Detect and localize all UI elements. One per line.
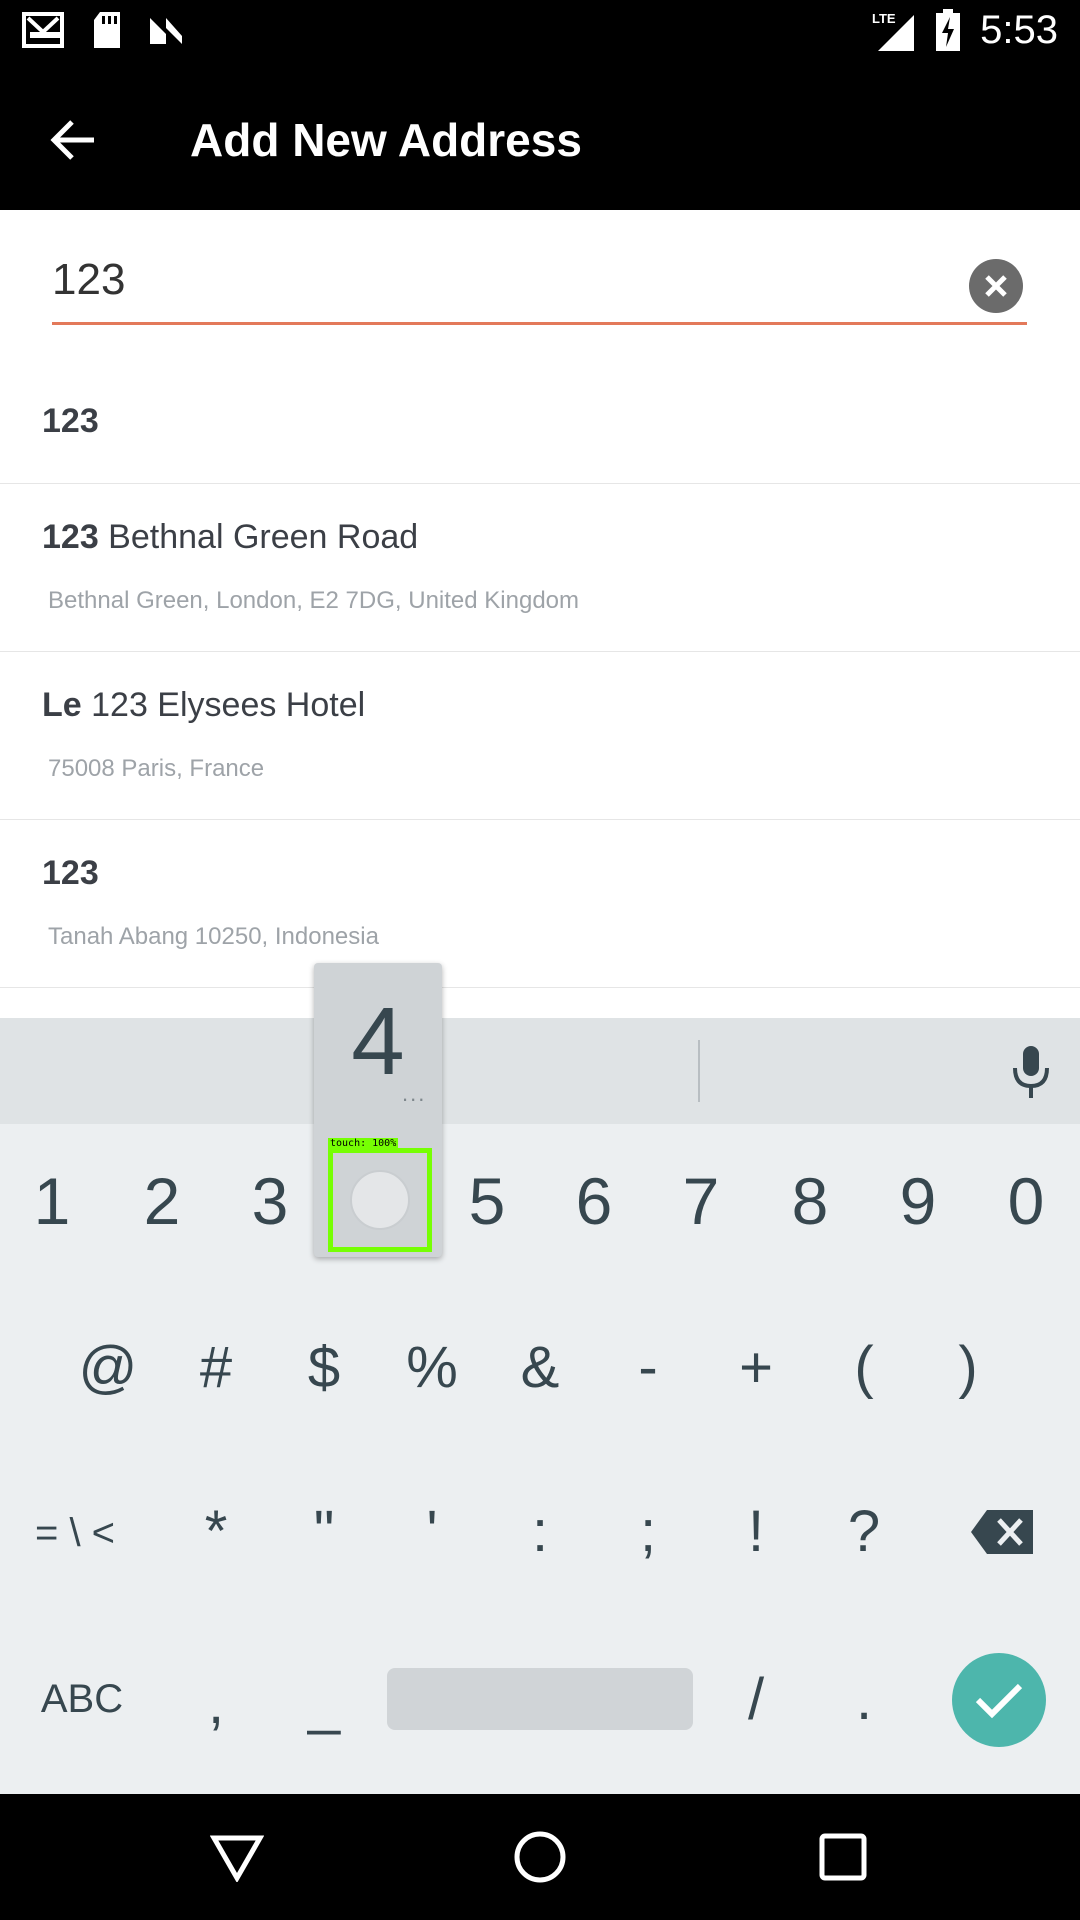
back-button[interactable] [38, 105, 108, 175]
battery-charging-icon [936, 8, 961, 51]
nav-home-button[interactable] [505, 1822, 575, 1892]
key-5[interactable]: 5 [447, 1156, 527, 1246]
list-item[interactable]: 123 Bethnal Green Road Bethnal Green, Lo… [0, 484, 1080, 652]
key-8[interactable]: 8 [770, 1156, 850, 1246]
key-more-symbols[interactable]: = \ < [20, 1488, 130, 1578]
key-colon[interactable]: : [500, 1486, 580, 1576]
back-triangle-icon [210, 1835, 264, 1882]
recents-square-icon [819, 1833, 867, 1881]
key-open-paren[interactable]: ( [824, 1322, 904, 1412]
key-at[interactable]: @ [68, 1322, 148, 1412]
app-bar: Add New Address [0, 63, 1080, 210]
home-circle-icon [514, 1831, 566, 1883]
search-underline [52, 322, 1027, 325]
key-0[interactable]: 0 [986, 1156, 1066, 1246]
key-comma[interactable]: , [176, 1658, 256, 1748]
key-abc[interactable]: ABC [30, 1654, 134, 1744]
result-subtitle: Bethnal Green, London, E2 7DG, United Ki… [48, 587, 579, 614]
clear-icon [985, 275, 1007, 297]
key-close-paren[interactable]: ) [928, 1322, 1008, 1412]
page-title: Add New Address [190, 114, 582, 166]
status-icons: LTE 5:53 [872, 8, 1058, 53]
key-underscore[interactable]: _ [284, 1658, 364, 1748]
status-bar: LTE 5:53 [0, 0, 1080, 63]
list-item[interactable]: 123 [0, 340, 1080, 484]
nav-recents-button[interactable] [808, 1822, 878, 1892]
check-icon [975, 1683, 1023, 1719]
key-dollar[interactable]: $ [284, 1322, 364, 1412]
suggestion-strip [0, 1018, 1080, 1124]
key-hash[interactable]: # [176, 1322, 256, 1412]
suggestion-divider [698, 1040, 700, 1102]
key-1[interactable]: 1 [12, 1156, 92, 1246]
key-question[interactable]: ? [824, 1486, 904, 1576]
navigation-bar [0, 1794, 1080, 1920]
voice-input-button[interactable] [1006, 1044, 1056, 1100]
key-6[interactable]: 6 [554, 1156, 634, 1246]
key-exclamation[interactable]: ! [716, 1486, 796, 1576]
result-subtitle: 75008 Paris, France [48, 755, 265, 782]
result-title: 123 Bethnal Green Road [42, 518, 419, 556]
result-title: 123 [42, 402, 99, 440]
key-percent[interactable]: % [392, 1322, 472, 1412]
key-single-quote[interactable]: ' [392, 1486, 472, 1576]
touch-point [350, 1170, 410, 1230]
key-slash[interactable]: / [716, 1654, 796, 1744]
results-list: 123 123 Bethnal Green Road Bethnal Green… [0, 340, 1080, 988]
key-preview-more: ... [402, 1081, 427, 1106]
signal-icon: LTE [872, 11, 915, 51]
result-subtitle: Tanah Abang 10250, Indonesia [48, 923, 379, 950]
key-9[interactable]: 9 [878, 1156, 958, 1246]
mic-icon [1013, 1046, 1049, 1098]
list-item[interactable]: 123 Tanah Abang 10250, Indonesia [0, 820, 1080, 988]
enter-button[interactable] [952, 1653, 1046, 1747]
key-asterisk[interactable]: * [176, 1486, 256, 1576]
notification-icons [22, 10, 188, 50]
key-period[interactable]: . [824, 1654, 904, 1744]
key-2[interactable]: 2 [122, 1156, 202, 1246]
list-item[interactable]: Le 123 Elysees Hotel 75008 Paris, France [0, 652, 1080, 820]
key-7[interactable]: 7 [661, 1156, 741, 1246]
network-label: LTE [872, 11, 896, 26]
search-area [0, 210, 1080, 340]
arrow-back-icon [50, 120, 94, 160]
key-double-quote[interactable]: " [284, 1486, 364, 1576]
keyboard: 1 2 3 5 6 7 8 9 0 @ # $ % & - + ( ) = \ … [0, 1018, 1080, 1794]
sd-card-icon [94, 12, 120, 48]
key-semicolon[interactable]: ; [608, 1486, 688, 1576]
key-3[interactable]: 3 [230, 1156, 310, 1246]
address-search-input[interactable] [52, 255, 952, 305]
backspace-key[interactable] [964, 1502, 1040, 1562]
key-plus[interactable]: + [716, 1322, 796, 1412]
backspace-icon [971, 1510, 1033, 1554]
space-bar[interactable] [387, 1668, 693, 1730]
clock: 5:53 [980, 8, 1058, 52]
key-minus[interactable]: - [608, 1322, 688, 1412]
gmail-icon [22, 12, 64, 48]
result-title: Le 123 Elysees Hotel [42, 686, 366, 724]
result-title: 123 [42, 854, 99, 892]
n-icon [150, 18, 182, 44]
key-ampersand[interactable]: & [500, 1322, 580, 1412]
nav-back-button[interactable] [202, 1822, 272, 1892]
clear-search-button[interactable] [969, 259, 1023, 313]
